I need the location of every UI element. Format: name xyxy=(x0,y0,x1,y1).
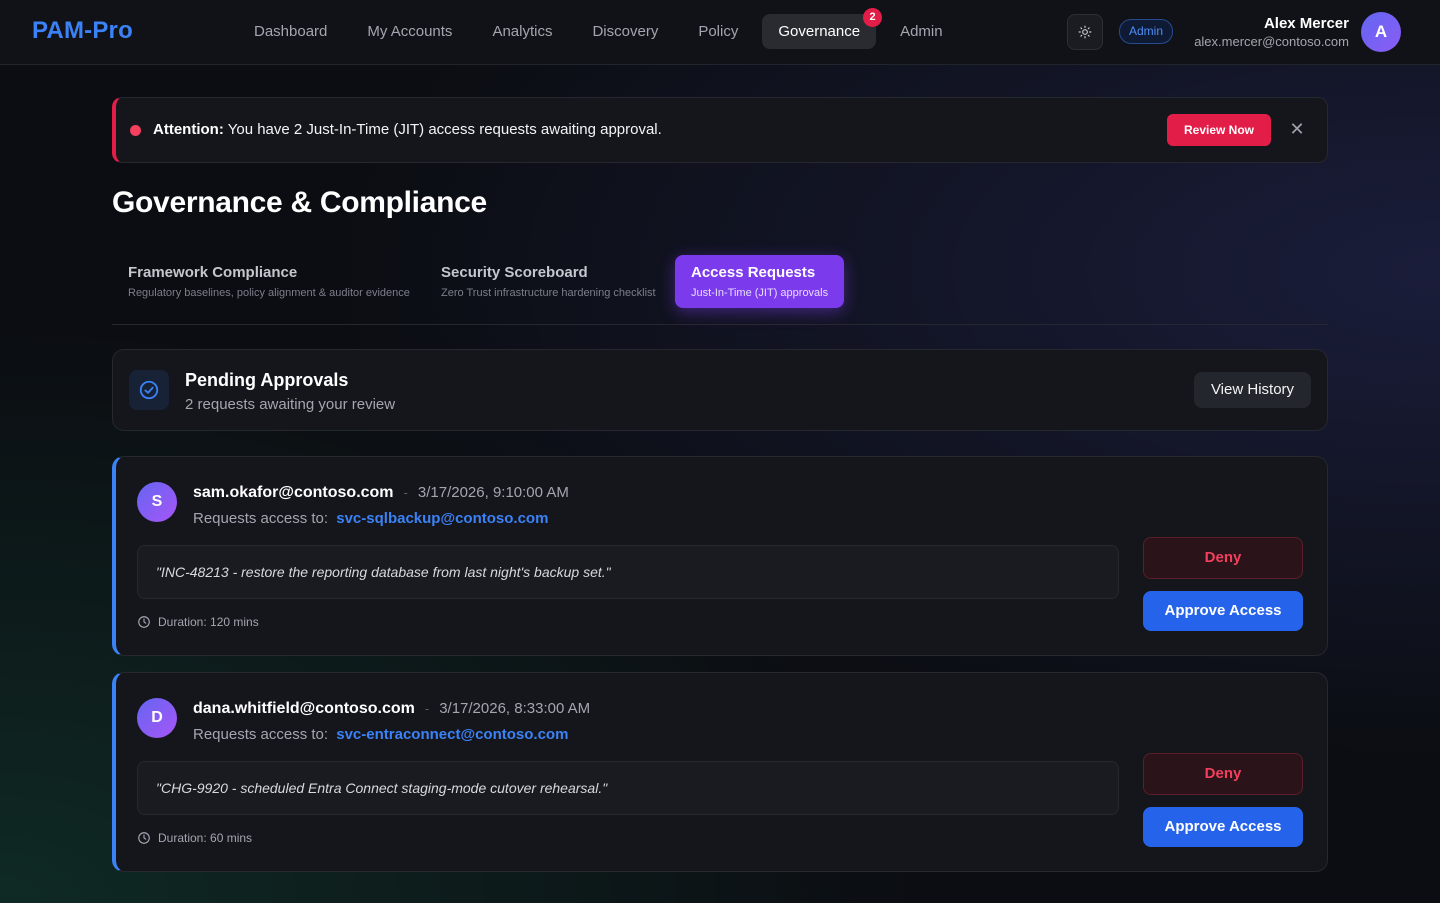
nav-item-governance-label: Governance xyxy=(778,23,861,40)
role-badge: Admin xyxy=(1119,19,1174,44)
alert-text: You have 2 Just-In-Time (JIT) access req… xyxy=(227,121,662,138)
separator: - xyxy=(424,701,430,716)
tab-title: Access Requests xyxy=(691,264,816,281)
deny-button[interactable]: Deny xyxy=(1143,753,1303,795)
tab-subtitle: Zero Trust infrastructure hardening chec… xyxy=(441,287,656,299)
request-duration: Duration: 60 mins xyxy=(137,831,252,845)
notification-badge: 2 xyxy=(863,8,883,27)
nav-item-analytics[interactable]: Analytics xyxy=(476,14,568,49)
target-account-link[interactable]: svc-sqlbackup@contoso.com xyxy=(336,510,548,527)
tab-access-requests[interactable]: Access Requests Just-In-Time (JIT) appro… xyxy=(675,255,845,308)
review-now-button[interactable]: Review Now xyxy=(1167,114,1271,146)
attention-alert-banner: Attention: You have 2 Just-In-Time (JIT)… xyxy=(112,97,1328,163)
tab-subtitle: Regulatory baselines, policy alignment &… xyxy=(128,287,410,299)
approve-access-button[interactable]: Approve Access xyxy=(1143,807,1303,847)
target-account-link[interactable]: svc-entraconnect@contoso.com xyxy=(336,726,568,743)
nav-item-policy[interactable]: Policy xyxy=(682,14,754,49)
requester-email: dana.whitfield@contoso.com xyxy=(193,700,415,717)
duration-text: Duration: 120 mins xyxy=(158,615,259,629)
nav-item-discovery[interactable]: Discovery xyxy=(576,14,674,49)
approve-access-button[interactable]: Approve Access xyxy=(1143,591,1303,631)
pending-approvals-subtitle: 2 requests awaiting your review xyxy=(185,396,396,413)
pending-approvals-title: Pending Approvals xyxy=(185,370,349,390)
requester-avatar: D xyxy=(137,698,177,738)
requester-email: sam.okafor@contoso.com xyxy=(193,484,394,501)
sun-icon xyxy=(1078,25,1092,39)
view-history-button[interactable]: View History xyxy=(1194,372,1311,408)
tab-subtitle: Just-In-Time (JIT) approvals xyxy=(691,287,829,299)
target-prefix: Requests access to: xyxy=(193,726,329,743)
target-prefix: Requests access to: xyxy=(193,510,329,527)
alert-dot-icon xyxy=(130,125,141,136)
request-timestamp: 3/17/2026, 9:10:00 AM xyxy=(417,484,569,501)
request-header: sam.okafor@contoso.com - 3/17/2026, 9:10… xyxy=(193,484,569,502)
alert-prefix: Attention: xyxy=(153,121,224,138)
tab-framework-compliance[interactable]: Framework Compliance Regulatory baseline… xyxy=(112,255,426,308)
separator: - xyxy=(403,485,408,500)
deny-button[interactable]: Deny xyxy=(1143,537,1303,579)
access-request-card: D dana.whitfield@contoso.com - 3/17/2026… xyxy=(112,672,1328,872)
pending-approvals-panel: Pending Approvals 2 requests awaiting yo… xyxy=(112,349,1328,431)
user-name: Alex Mercer xyxy=(1263,15,1349,32)
clock-icon xyxy=(138,832,150,844)
nav-item-governance[interactable]: Governance 2 xyxy=(762,8,883,49)
tab-title: Security Scoreboard xyxy=(441,264,588,281)
tab-title: Framework Compliance xyxy=(128,264,298,281)
alert-message: Attention: You have 2 Just-In-Time (JIT)… xyxy=(153,121,662,138)
nav-item-my-accounts[interactable]: My Accounts xyxy=(351,14,468,49)
user-email: alex.mercer@contoso.com xyxy=(1194,34,1349,49)
request-duration: Duration: 120 mins xyxy=(137,615,259,629)
nav-item-admin[interactable]: Admin xyxy=(884,14,959,49)
duration-text: Duration: 60 mins xyxy=(158,831,253,845)
tab-security-scoreboard[interactable]: Security Scoreboard Zero Trust infrastru… xyxy=(425,255,672,308)
access-request-card: S sam.okafor@contoso.com - 3/17/2026, 9:… xyxy=(112,456,1328,656)
check-circle-icon xyxy=(129,370,169,410)
request-timestamp: 3/17/2026, 8:33:00 AM xyxy=(439,700,591,717)
request-justification: "CHG-9920 - scheduled Entra Connect stag… xyxy=(137,761,1119,815)
requester-avatar: S xyxy=(137,482,177,522)
request-header: dana.whitfield@contoso.com - 3/17/2026, … xyxy=(193,700,590,718)
close-icon[interactable]: ✕ xyxy=(1286,118,1308,140)
main-nav: Dashboard My Accounts Analytics Discover… xyxy=(238,8,967,49)
user-avatar[interactable]: A xyxy=(1361,12,1401,52)
theme-toggle-button[interactable] xyxy=(1067,14,1103,50)
clock-icon xyxy=(138,616,150,628)
governance-tabs: Framework Compliance Regulatory baseline… xyxy=(112,255,1328,325)
page-title: Governance & Compliance xyxy=(112,186,487,219)
request-justification: "INC-48213 - restore the reporting datab… xyxy=(137,545,1119,599)
request-target-line: Requests access to: svc-entraconnect@con… xyxy=(193,726,568,743)
top-nav-bar: PAM-Pro Dashboard My Accounts Analytics … xyxy=(0,0,1440,65)
nav-item-dashboard[interactable]: Dashboard xyxy=(238,14,343,49)
request-target-line: Requests access to: svc-sqlbackup@contos… xyxy=(193,510,548,527)
brand-logo[interactable]: PAM-Pro xyxy=(32,17,133,45)
